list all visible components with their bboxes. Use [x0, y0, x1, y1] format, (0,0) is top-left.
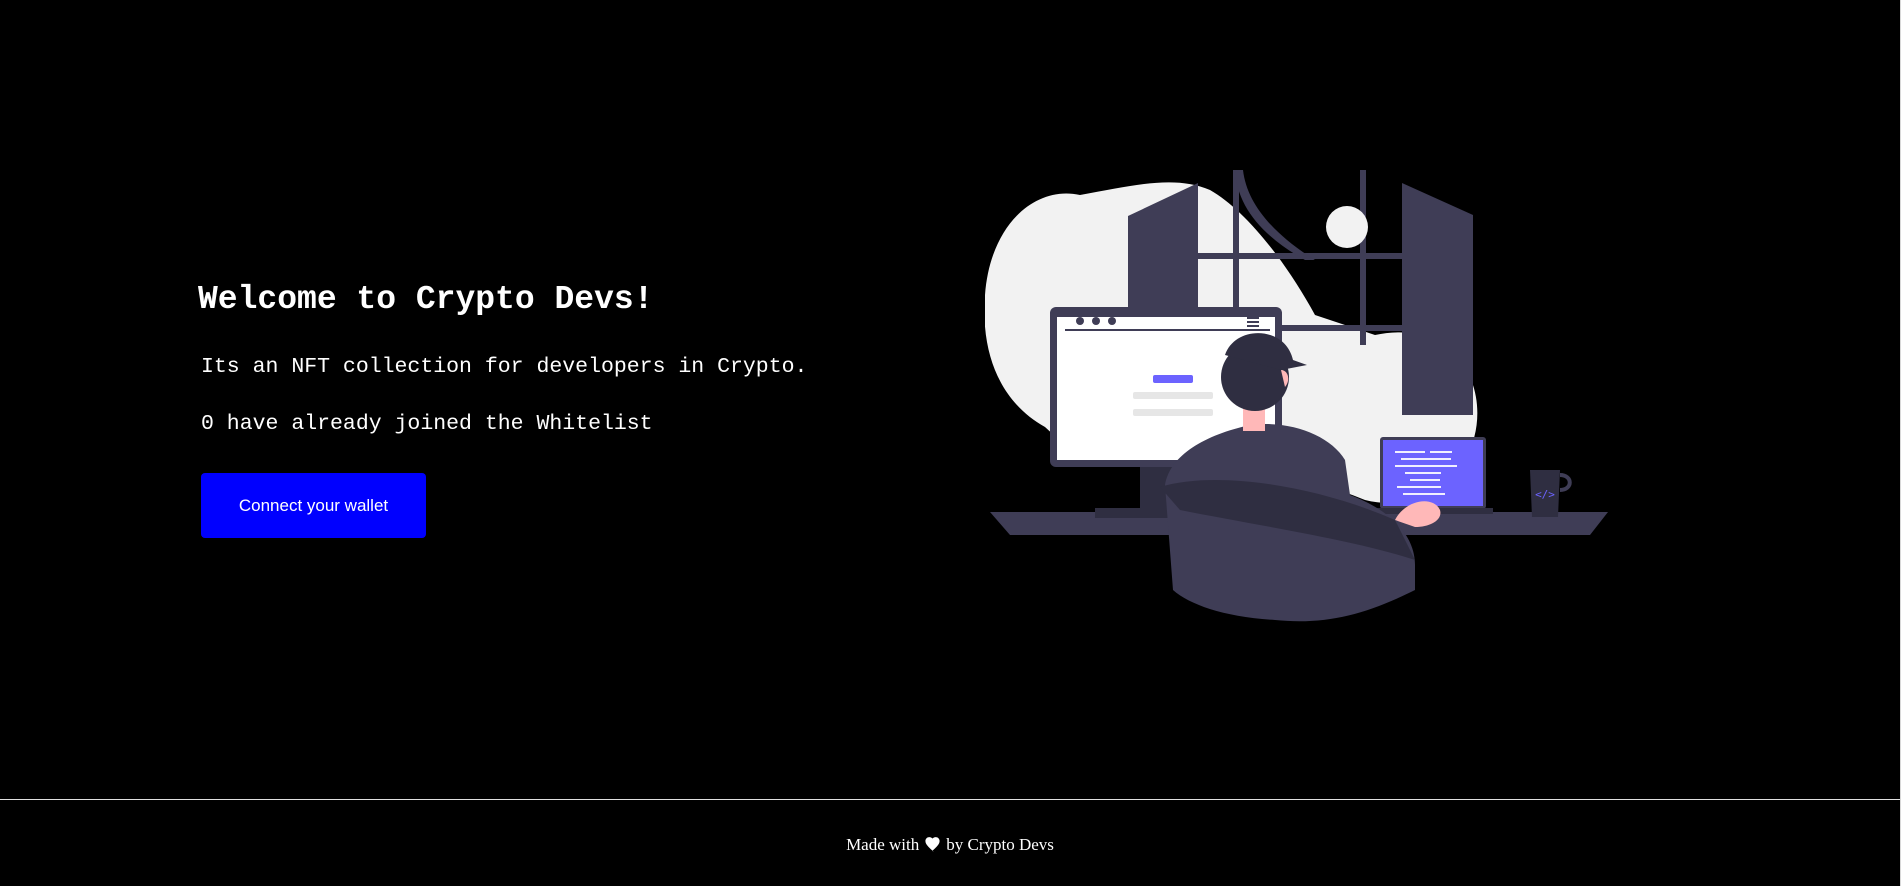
footer-text: Made with by Crypto Devs — [846, 835, 1054, 855]
whitelist-count: 0 have already joined the Whitelist — [201, 412, 653, 436]
screen-line-1 — [1133, 392, 1213, 399]
developer-at-desk-illustration: </> — [985, 170, 1608, 622]
heart-icon — [925, 837, 940, 852]
window-dot-3 — [1108, 317, 1116, 325]
menu-icon-line-3 — [1247, 325, 1259, 327]
window-dot-1 — [1076, 317, 1084, 325]
page-title: Welcome to Crypto Devs! — [198, 281, 654, 318]
menu-icon-line-1 — [1247, 317, 1259, 319]
mug-handle — [1559, 473, 1572, 492]
window-dot-2 — [1092, 317, 1100, 325]
screen-line-2 — [1133, 409, 1213, 416]
screen-accent-bar — [1153, 375, 1193, 383]
footer-prefix: Made with — [846, 834, 920, 854]
mug-code-symbol: </> — [1535, 488, 1555, 501]
browser-bar-line — [1065, 329, 1270, 331]
moon — [1326, 206, 1368, 248]
footer: Made with by Crypto Devs — [0, 799, 1900, 886]
window-right-panel — [1402, 183, 1473, 415]
main-section: Welcome to Crypto Devs! Its an NFT colle… — [0, 0, 1901, 799]
footer-suffix: by Crypto Devs — [946, 834, 1054, 854]
connect-wallet-button[interactable]: Connect your wallet — [201, 473, 426, 538]
menu-icon-line-2 — [1247, 321, 1259, 323]
collection-description: Its an NFT collection for developers in … — [201, 355, 808, 379]
